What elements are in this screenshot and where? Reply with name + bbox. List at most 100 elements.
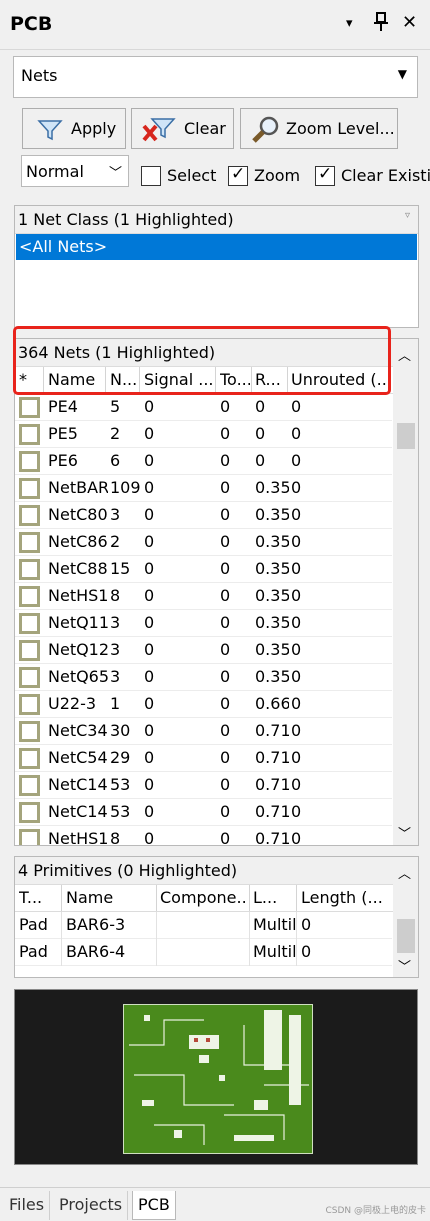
- net-row[interactable]: NetC34 30 0 0 0.71 0: [15, 718, 392, 745]
- net-color-swatch[interactable]: [19, 559, 40, 580]
- zoom-checkbox[interactable]: ✓: [228, 164, 248, 186]
- column-header-layer[interactable]: L...: [253, 888, 295, 907]
- net-color-swatch[interactable]: [19, 424, 40, 445]
- net-unrouted: 0: [291, 694, 302, 713]
- scroll-thumb[interactable]: [397, 423, 415, 449]
- primitive-type: Pad: [19, 915, 48, 934]
- tab-files[interactable]: Files: [4, 1191, 51, 1220]
- net-color-swatch[interactable]: [19, 802, 40, 823]
- net-row[interactable]: NetQ65 3 0 0 0.35 0: [15, 664, 392, 691]
- net-row[interactable]: NetBAR 109 0 0 0.35 0: [15, 475, 392, 502]
- scroll-down-icon[interactable]: ﹀: [398, 956, 411, 975]
- close-icon[interactable]: ✕: [402, 12, 417, 33]
- column-header-length[interactable]: Length (...: [301, 888, 393, 907]
- net-color-swatch[interactable]: [19, 721, 40, 742]
- net-node-count: 53: [110, 775, 131, 794]
- net-color-swatch[interactable]: [19, 748, 40, 769]
- net-name: NetQ12: [48, 640, 108, 659]
- net-color-swatch[interactable]: [19, 613, 40, 634]
- clear-label: Clear: [184, 119, 226, 138]
- net-row[interactable]: U22-3 1 0 0 0.66 0: [15, 691, 392, 718]
- nets-panel: 364 Nets (1 Highlighted) * Name N... Sig…: [14, 338, 419, 846]
- pin-icon[interactable]: [372, 12, 390, 37]
- net-row[interactable]: PE4 5 0 0 0 0: [15, 394, 392, 421]
- net-routed: 0: [255, 397, 266, 416]
- clear-existing-checkbox[interactable]: ✓: [315, 164, 335, 186]
- net-color-swatch[interactable]: [19, 640, 40, 661]
- net-node-count: 109: [110, 478, 141, 497]
- panel-menu-icon[interactable]: ▾: [346, 16, 353, 31]
- select-checkbox[interactable]: [141, 166, 161, 186]
- nets-scrollbar[interactable]: ︿ ﹀: [393, 339, 418, 845]
- net-color-swatch[interactable]: [19, 478, 40, 499]
- scroll-up-icon[interactable]: ︿: [398, 863, 411, 882]
- net-row[interactable]: NetHS1 8 0 0 0.35 0: [15, 583, 392, 610]
- net-row[interactable]: NetC14 53 0 0 0.71 0: [15, 799, 392, 826]
- net-name: NetQ11: [48, 613, 108, 632]
- net-signal-length: 0: [144, 559, 155, 578]
- net-unrouted: 0: [291, 613, 302, 632]
- net-unrouted: 0: [291, 397, 302, 416]
- net-color-swatch[interactable]: [19, 451, 40, 472]
- net-unrouted: 0: [291, 532, 302, 551]
- primitive-row[interactable]: Pad BAR6-4 Multil 0: [15, 939, 392, 966]
- column-header-component[interactable]: Compone...: [160, 888, 248, 907]
- net-class-panel: 1 Net Class (1 Highlighted) ▿ <All Nets>: [14, 205, 419, 328]
- scroll-thumb[interactable]: [397, 919, 415, 953]
- primitives-scrollbar[interactable]: ︿ ﹀: [393, 857, 418, 977]
- net-color-swatch[interactable]: [19, 775, 40, 796]
- column-divider: [156, 939, 157, 966]
- net-color-swatch[interactable]: [19, 667, 40, 688]
- net-color-swatch[interactable]: [19, 505, 40, 526]
- net-node-count: 3: [110, 640, 121, 659]
- net-name: NetC88: [48, 559, 108, 578]
- primitive-length: 0: [301, 915, 312, 934]
- net-color-swatch[interactable]: [19, 397, 40, 418]
- net-color-swatch[interactable]: [19, 829, 40, 845]
- net-signal-length: 0: [144, 802, 155, 821]
- net-unrouted: 0: [291, 451, 302, 470]
- net-routed: 0.66: [255, 694, 289, 713]
- net-color-swatch[interactable]: [19, 694, 40, 715]
- scroll-up-icon[interactable]: ︿: [398, 345, 411, 364]
- primitive-row[interactable]: Pad BAR6-3 Multil 0: [15, 912, 392, 939]
- net-row[interactable]: NetC88 15 0 0 0.35 0: [15, 556, 392, 583]
- scroll-down-icon[interactable]: ﹀: [398, 823, 411, 842]
- mode-dropdown[interactable]: Nets ▼: [13, 56, 418, 98]
- net-class-header: 1 Net Class (1 Highlighted) ▿: [15, 206, 418, 234]
- net-routed: 0.35: [255, 586, 289, 605]
- net-node-count: 1: [110, 694, 121, 713]
- primitives-column-header: T... Name Compone... L... Length (...: [15, 885, 393, 912]
- net-routed: 0: [255, 451, 266, 470]
- net-row[interactable]: NetQ11 3 0 0 0.35 0: [15, 610, 392, 637]
- column-header-type[interactable]: T...: [19, 888, 61, 907]
- net-row[interactable]: NetC86 2 0 0 0.35 0: [15, 529, 392, 556]
- net-total-length: 0: [220, 721, 231, 740]
- net-total-length: 0: [220, 694, 231, 713]
- board-preview[interactable]: [14, 989, 418, 1165]
- apply-button[interactable]: Apply: [22, 108, 126, 149]
- net-row[interactable]: NetC80 3 0 0 0.35 0: [15, 502, 392, 529]
- net-color-swatch[interactable]: [19, 586, 40, 607]
- net-row[interactable]: NetC14 53 0 0 0.71 0: [15, 772, 392, 799]
- net-name: NetQ65: [48, 667, 108, 686]
- mask-mode-value: Normal: [26, 162, 84, 181]
- tab-pcb[interactable]: PCB: [132, 1191, 176, 1220]
- tab-projects[interactable]: Projects: [54, 1191, 129, 1220]
- primitives-count: 4 Primitives (0 Highlighted): [18, 861, 238, 880]
- net-class-item-all-nets[interactable]: <All Nets>: [16, 234, 417, 260]
- net-unrouted: 0: [291, 424, 302, 443]
- net-unrouted: 0: [291, 559, 302, 578]
- net-row[interactable]: NetQ12 3 0 0 0.35 0: [15, 637, 392, 664]
- mask-mode-select[interactable]: Normal ﹀: [21, 155, 129, 187]
- net-row[interactable]: PE5 2 0 0 0 0: [15, 421, 392, 448]
- net-color-swatch[interactable]: [19, 532, 40, 553]
- zoom-level-button[interactable]: Zoom Level...: [240, 108, 398, 149]
- checkmark-icon: ✓: [231, 164, 246, 184]
- column-header-primitive-name[interactable]: Name: [66, 888, 156, 907]
- clear-button[interactable]: Clear: [131, 108, 234, 149]
- net-row[interactable]: PE6 6 0 0 0 0: [15, 448, 392, 475]
- net-row[interactable]: NetHS1 8 0 0 0.71 0: [15, 826, 392, 845]
- sort-icon[interactable]: ▿: [405, 210, 410, 221]
- net-row[interactable]: NetC54 29 0 0 0.71 0: [15, 745, 392, 772]
